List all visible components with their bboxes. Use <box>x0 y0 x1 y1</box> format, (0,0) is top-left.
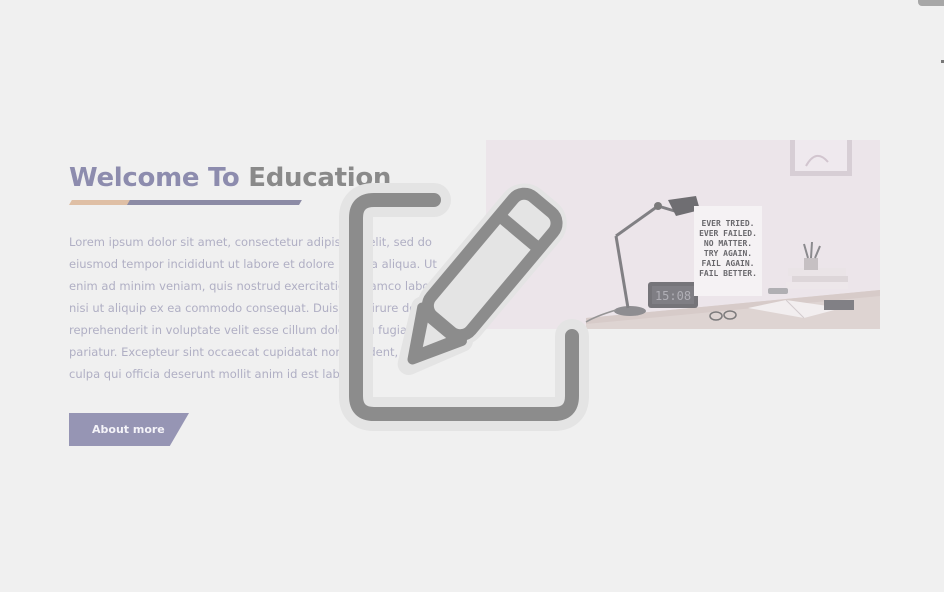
corner-mark <box>918 0 944 6</box>
underline-segment-right <box>127 200 302 205</box>
about-more-button-label: About more <box>92 423 165 436</box>
title-underline <box>69 200 302 205</box>
page: Welcome To Education Lorem ipsum dolor s… <box>0 0 944 592</box>
title-accent: Welcome To <box>69 163 240 193</box>
pencil-edit-icon[interactable] <box>330 154 602 439</box>
underline-segment-left <box>69 200 134 205</box>
about-more-button[interactable]: About more <box>69 413 189 446</box>
